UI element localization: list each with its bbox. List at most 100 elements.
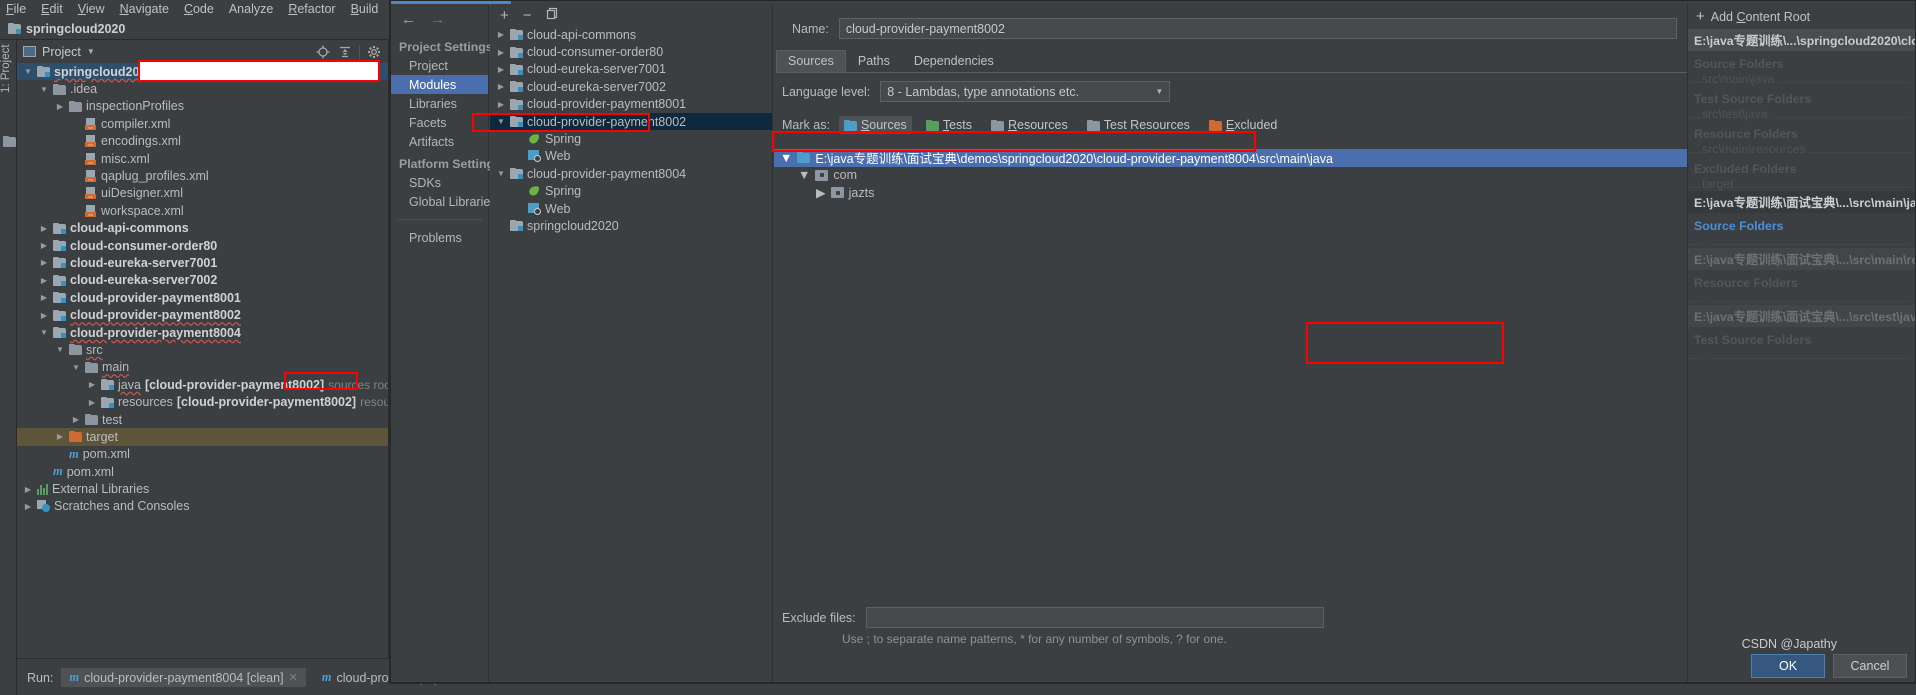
- add-content-root-button[interactable]: + Add Content Root: [1688, 4, 1915, 29]
- chevron-down-icon[interactable]: ▼: [71, 363, 81, 372]
- project-tree-node[interactable]: ▶ Scratches and Consoles: [17, 498, 388, 515]
- project-panel-title[interactable]: Project: [42, 45, 81, 59]
- sidebar-item-problems[interactable]: Problems: [391, 228, 488, 247]
- chevron-right-icon[interactable]: ▶: [496, 82, 506, 91]
- sidebar-item-facets[interactable]: Facets: [391, 113, 488, 132]
- arrow-right-icon[interactable]: →: [430, 11, 445, 28]
- module-tabs[interactable]: Sources Paths Dependencies: [776, 50, 1687, 73]
- module-list-item[interactable]: ▶ cloud-eureka-server7001: [490, 61, 772, 78]
- module-list-item[interactable]: Spring: [490, 183, 772, 200]
- chevron-right-icon[interactable]: ▶: [55, 102, 65, 111]
- chevron-right-icon[interactable]: ▶: [39, 224, 49, 233]
- chevron-right-icon[interactable]: ▶: [39, 293, 49, 302]
- project-tree-node[interactable]: ▶ External Libraries: [17, 480, 388, 497]
- content-root-folder[interactable]: src\main\java: [1688, 71, 1915, 86]
- source-tree-node[interactable]: ▼ com: [774, 167, 1687, 185]
- sidebar-item-modules[interactable]: Modules: [391, 75, 488, 94]
- project-tree-node[interactable]: ▶ cloud-eureka-server7001: [17, 254, 388, 271]
- project-tree-node[interactable]: <> qaplug_profiles.xml: [17, 167, 388, 184]
- source-tree-node[interactable]: ▶ jazts: [774, 184, 1687, 202]
- tab-dependencies[interactable]: Dependencies: [902, 50, 1006, 72]
- project-tree-node[interactable]: ▶ cloud-api-commons: [17, 220, 388, 237]
- project-tree-node[interactable]: ▶ java [cloud-provider-payment8002] sources…: [17, 376, 388, 393]
- project-tree-node[interactable]: ▶ inspectionProfiles: [17, 98, 388, 115]
- module-list-item[interactable]: ▶ cloud-consumer-order80: [490, 43, 772, 60]
- project-tree-node[interactable]: ▶ cloud-provider-payment8002: [17, 306, 388, 323]
- ok-button[interactable]: OK: [1751, 654, 1825, 678]
- run-tab-0[interactable]: m cloud-provider-payment8004 [clean] ✕: [61, 668, 306, 687]
- module-list-item[interactable]: Web: [490, 200, 772, 217]
- project-tree-node[interactable]: ▶ cloud-provider-payment8001: [17, 289, 388, 306]
- project-tree-node[interactable]: ▼ cloud-provider-payment8004: [17, 324, 388, 341]
- cancel-button[interactable]: Cancel: [1833, 654, 1907, 678]
- mark-as-test-resources-button[interactable]: Test Resources: [1082, 116, 1195, 134]
- chevron-right-icon[interactable]: ▶: [496, 65, 506, 74]
- structure-icon[interactable]: [3, 136, 16, 150]
- module-list-item[interactable]: ▶ cloud-api-commons: [490, 26, 772, 43]
- project-tree-node[interactable]: ▶ target: [17, 428, 388, 446]
- module-list-item[interactable]: ▼ cloud-provider-payment8004: [490, 165, 772, 182]
- chevron-down-icon[interactable]: ▼: [39, 85, 49, 94]
- project-tree-node[interactable]: <> uiDesigner.xml: [17, 185, 388, 202]
- mark-as-excluded-button[interactable]: Excluded: [1204, 116, 1282, 134]
- content-root-source-tree[interactable]: ▼ E:\java专题训练\面试宝典\demos\springcloud2020\…: [774, 149, 1687, 587]
- gear-icon[interactable]: [366, 44, 382, 60]
- menu-item-analyze[interactable]: Analyze: [229, 2, 273, 16]
- chevron-right-icon[interactable]: ▶: [816, 185, 826, 200]
- menu-item-navigate[interactable]: Navigate: [120, 2, 169, 16]
- chevron-down-icon[interactable]: ▼: [23, 67, 33, 76]
- chevron-down-icon[interactable]: ▼: [39, 328, 49, 337]
- content-root-path[interactable]: E:\java专题训练\面试宝典\...\src\main\resources: [1688, 248, 1915, 270]
- chevron-right-icon[interactable]: ▶: [23, 485, 33, 494]
- project-tree-node[interactable]: <> encodings.xml: [17, 133, 388, 150]
- menu-item-build[interactable]: Build: [351, 2, 379, 16]
- add-module-button[interactable]: +: [500, 7, 509, 24]
- project-tree-node[interactable]: <> compiler.xml: [17, 115, 388, 132]
- sidebar-item-project[interactable]: Project: [391, 56, 488, 75]
- project-tree-node[interactable]: ▶ resources [cloud-provider-payment8002] re…: [17, 393, 388, 410]
- chevron-down-icon[interactable]: ▼: [496, 117, 506, 126]
- module-list-item[interactable]: springcloud2020: [490, 217, 772, 234]
- project-tree-node[interactable]: m pom.xml: [17, 446, 388, 463]
- chevron-down-icon[interactable]: ▼: [496, 169, 506, 178]
- chevron-right-icon[interactable]: ▶: [55, 432, 65, 441]
- tab-sources[interactable]: Sources: [776, 50, 846, 72]
- exclude-files-input[interactable]: [865, 607, 1324, 628]
- remove-module-button[interactable]: −: [523, 7, 532, 24]
- copy-module-icon[interactable]: [546, 7, 559, 24]
- content-root-path[interactable]: E:\java专题训练\面试宝典\...\src\main\java: [1688, 191, 1915, 213]
- module-list-item[interactable]: Web: [490, 148, 772, 165]
- chevron-right-icon[interactable]: ▶: [496, 30, 506, 39]
- chevron-right-icon[interactable]: ▶: [496, 48, 506, 57]
- module-list-item[interactable]: ▼ cloud-provider-payment8002: [490, 112, 772, 131]
- mark-as-tests-button[interactable]: Tests: [921, 116, 977, 134]
- project-tree-node[interactable]: ▶ test: [17, 411, 388, 428]
- chevron-right-icon[interactable]: ▶: [23, 502, 33, 511]
- tab-paths[interactable]: Paths: [846, 50, 902, 72]
- project-tree-node[interactable]: ▼ .idea: [17, 80, 388, 97]
- project-tree-node[interactable]: <> workspace.xml: [17, 202, 388, 219]
- sidebar-item-global-libraries[interactable]: Global Libraries: [391, 192, 497, 211]
- content-root-path[interactable]: E:\java专题训练\面试宝典\...\src\test\java: [1688, 305, 1915, 327]
- chevron-right-icon[interactable]: ▶: [39, 276, 49, 285]
- locate-icon[interactable]: [315, 44, 331, 60]
- chevron-down-icon[interactable]: ▼: [798, 168, 810, 182]
- chevron-right-icon[interactable]: ▶: [496, 100, 506, 109]
- menu-item-file[interactable]: File: [6, 2, 26, 16]
- content-root-folder[interactable]: target: [1688, 176, 1915, 191]
- sidebar-item-libraries[interactable]: Libraries: [391, 94, 488, 113]
- content-root-path[interactable]: E:\java专题训练\...\springcloud2020\cloud-pr…: [1688, 29, 1915, 51]
- project-tree-node[interactable]: m pom.xml: [17, 463, 388, 480]
- close-icon[interactable]: ✕: [289, 671, 298, 684]
- mark-as-resources-button[interactable]: Resources: [986, 116, 1073, 134]
- project-tree-node[interactable]: ▶ cloud-eureka-server7002: [17, 272, 388, 289]
- chevron-down-icon[interactable]: ▼: [55, 345, 65, 354]
- chevron-down-icon[interactable]: ▼: [780, 151, 792, 165]
- project-tree[interactable]: ▼ springcloud2020 ▼ .idea ▶ inspectionProfile…: [17, 63, 388, 658]
- modules-tree[interactable]: ▶ cloud-api-commons ▶ cloud-consumer-order8…: [490, 26, 772, 682]
- chevron-right-icon[interactable]: ▶: [39, 258, 49, 267]
- project-tree-node[interactable]: <> misc.xml: [17, 150, 388, 167]
- chevron-right-icon[interactable]: ▶: [39, 311, 49, 320]
- content-root-folder[interactable]: src\main\resources: [1688, 141, 1915, 156]
- chevron-down-icon[interactable]: ▼: [87, 47, 95, 56]
